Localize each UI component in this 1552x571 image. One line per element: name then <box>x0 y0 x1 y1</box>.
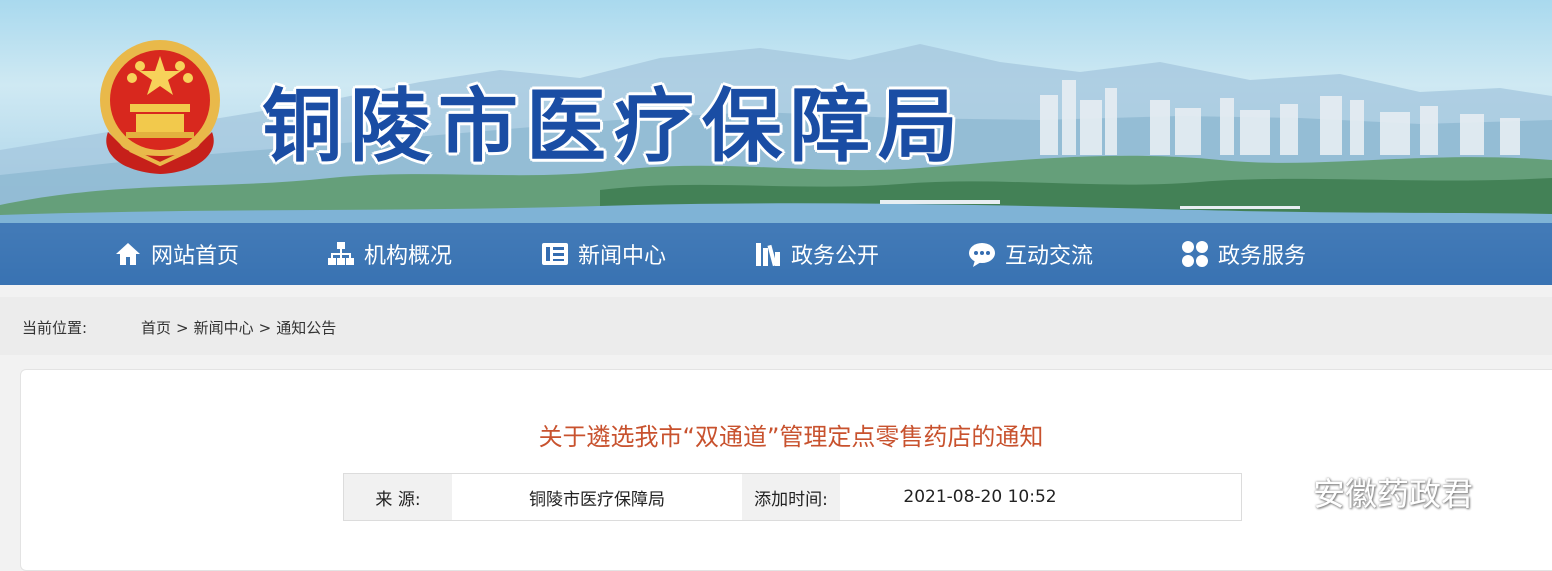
breadcrumb-label: 当前位置: <box>22 319 88 337</box>
nav-item-gov-info[interactable]: 政务公开 <box>753 223 879 285</box>
watermark: 安徽药政君 <box>1243 467 1473 517</box>
nav-item-label: 政务服务 <box>1218 244 1307 269</box>
source-value: 铜陵市医疗保障局 <box>529 489 665 510</box>
article-title: 关于遴选我市“双通道”管理定点零售药店的通知 <box>538 423 1044 451</box>
time-label: 添加时间: <box>742 474 840 520</box>
breadcrumb-separator: > <box>176 319 189 337</box>
nav-item-label: 网站首页 <box>151 244 240 269</box>
site-title[interactable]: 铜陵市医疗保障局 <box>262 62 966 178</box>
nav-item-about[interactable]: 机构概况 <box>326 223 452 285</box>
breadcrumb-link-notices[interactable]: 通知公告 <box>276 319 336 337</box>
breadcrumb-trail: 首页 > 新闻中心 > 通知公告 <box>141 317 336 338</box>
breadcrumb-link-news[interactable]: 新闻中心 <box>194 319 254 337</box>
watermark-text: 安徽药政君 <box>1313 475 1474 513</box>
nav-item-home[interactable]: 网站首页 <box>113 223 239 285</box>
breadcrumb: 当前位置: 首页 > 新闻中心 > 通知公告 <box>0 297 1552 355</box>
nav-item-services[interactable]: 政务服务 <box>1180 223 1306 285</box>
books-icon <box>753 239 783 269</box>
news-icon <box>540 239 570 269</box>
national-emblem-logo <box>100 40 220 174</box>
nav-item-interaction[interactable]: 互动交流 <box>967 223 1093 285</box>
nav-item-news[interactable]: 新闻中心 <box>540 223 666 285</box>
breadcrumb-link-home[interactable]: 首页 <box>141 319 171 337</box>
article-meta-table: 来 源: 铜陵市医疗保障局 添加时间: 2021-08-20 10:52 <box>343 473 1242 521</box>
main-nav: 网站首页 机构概况 新闻中心 政务公开 互动交流 政务服务 <box>0 223 1552 285</box>
nav-item-label: 互动交流 <box>1005 244 1094 269</box>
chat-icon <box>967 239 997 269</box>
nav-item-label: 政务公开 <box>791 244 880 269</box>
nav-item-label: 新闻中心 <box>578 244 667 269</box>
source-label: 来 源: <box>344 474 452 520</box>
time-value: 2021-08-20 10:52 <box>903 487 1057 507</box>
grid-icon <box>1180 239 1210 269</box>
breadcrumb-separator: > <box>258 319 272 337</box>
org-chart-icon <box>326 239 356 269</box>
wechat-icon <box>1244 468 1304 514</box>
home-icon <box>113 239 143 269</box>
nav-item-label: 机构概况 <box>364 244 453 269</box>
